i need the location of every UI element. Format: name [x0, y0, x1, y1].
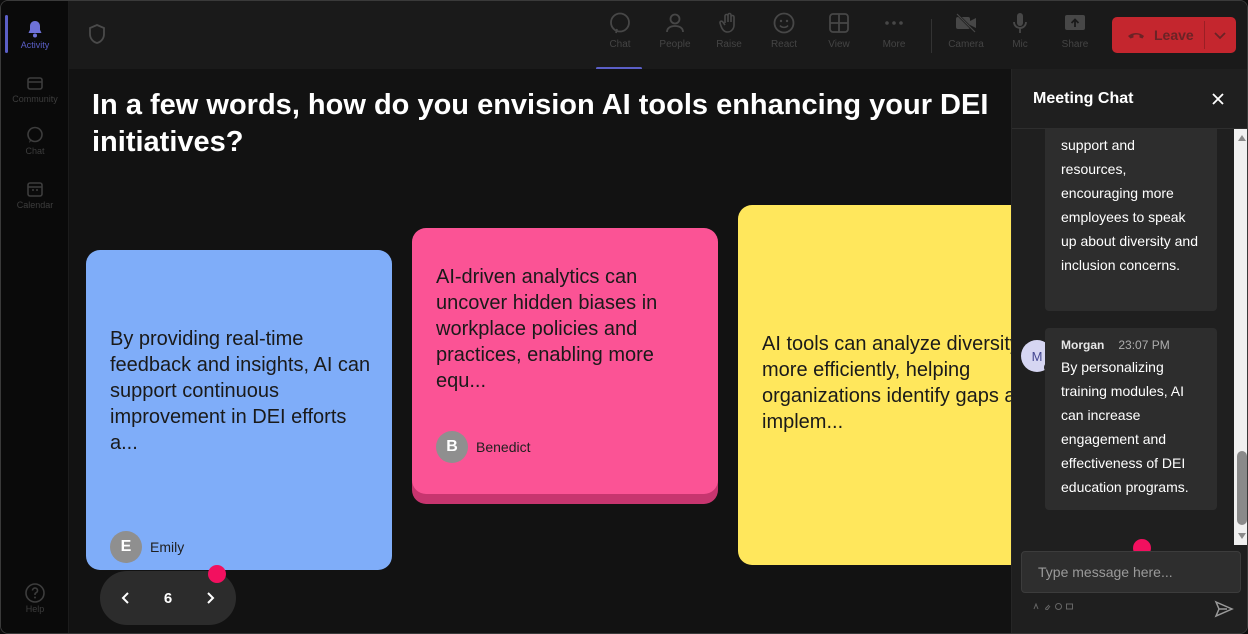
rail-item-community[interactable]: Community: [1, 63, 69, 113]
chevron-right-icon: [207, 592, 215, 604]
calendar-icon: [24, 178, 46, 200]
avatar-initial: M: [1031, 348, 1043, 364]
toolbar-react-button[interactable]: React: [758, 11, 810, 63]
toolbar-button-label: Camera: [948, 39, 984, 50]
toolbar-button-label: Chat: [609, 39, 631, 50]
author-name: Benedict: [476, 439, 531, 455]
camera-off-icon: [956, 13, 976, 33]
card-author: B Benedict: [436, 431, 530, 463]
chat-header: Meeting Chat: [1012, 69, 1247, 129]
toolbar-raise-button[interactable]: Raise: [703, 11, 755, 63]
avatar: E: [110, 531, 142, 563]
message-text: By personalizing training modules, AI ca…: [1061, 359, 1189, 495]
rail-item-label: Community: [12, 94, 58, 104]
presentation-stage: In a few words, how do you envision AI t…: [69, 69, 1011, 633]
more-icon: [885, 21, 903, 25]
toolbar-separator: [931, 19, 932, 53]
page-number: 6: [163, 589, 173, 607]
view-grid-icon: [829, 13, 849, 33]
chat-icon: [610, 12, 630, 34]
emoji-icon[interactable]: [1055, 603, 1062, 610]
hang-up-icon: [1128, 33, 1144, 39]
toolbar-mic-button[interactable]: Mic: [994, 11, 1046, 63]
send-icon[interactable]: [1214, 599, 1234, 619]
card-text: By providing real-time feedback and insi…: [110, 328, 371, 454]
app-rail: Activity Community Chat Calendar Help: [1, 1, 69, 633]
toolbar-button-label: More: [882, 39, 906, 50]
rail-item-calendar[interactable]: Calendar: [1, 169, 69, 219]
scroll-down-arrow-icon[interactable]: [1238, 533, 1246, 539]
toolbar-view-button[interactable]: View: [813, 11, 865, 63]
prev-page-button[interactable]: [100, 571, 152, 625]
rail-item-chat[interactable]: Chat: [1, 115, 69, 165]
card-text: AI tools can analyze diversity data more…: [762, 333, 1011, 433]
message-meta: Morgan 23:07 PM: [1061, 335, 1203, 355]
rail-item-label: Calendar: [16, 200, 54, 210]
chat-message: support and resources, encouraging more …: [1045, 129, 1217, 311]
toolbar-button-label: Mic: [1012, 39, 1028, 50]
toolbar-button-label: View: [828, 39, 850, 50]
toolbar-button-label: Share: [1061, 39, 1089, 50]
chat-icon: [24, 124, 46, 146]
leave-button[interactable]: Leave: [1112, 17, 1236, 53]
attach-icon[interactable]: [1044, 603, 1051, 610]
chat-message: Morgan 23:07 PM By personalizing trainin…: [1045, 328, 1217, 510]
toolbar-people-button[interactable]: People: [649, 11, 701, 63]
toolbar-share-button[interactable]: Share: [1049, 11, 1101, 63]
response-card[interactable]: AI-driven analytics can uncover hidden b…: [412, 228, 718, 494]
card-author: E Emily: [110, 531, 184, 563]
format-toolbar: [1033, 603, 1073, 610]
message-author: Morgan: [1061, 338, 1105, 352]
scrollbar-thumb[interactable]: [1237, 451, 1247, 525]
share-icon: [1065, 15, 1085, 30]
meeting-chat-panel: Meeting Chat support and resources, enco…: [1011, 69, 1247, 633]
mic-icon: [1013, 13, 1027, 33]
rail-item-help[interactable]: Help: [1, 573, 69, 623]
pointer-indicator: [208, 565, 226, 583]
meeting-toolbar: Chat People Raise React View More Camera: [69, 1, 1247, 70]
shield-icon: [87, 23, 109, 47]
response-card[interactable]: By providing real-time feedback and insi…: [86, 250, 392, 570]
rail-item-label: Activity: [20, 40, 50, 50]
rail-item-label: Chat: [25, 146, 45, 156]
chevron-down-icon[interactable]: [1212, 27, 1228, 43]
react-icon: [773, 12, 795, 34]
message-input[interactable]: [1021, 551, 1241, 593]
toolbar-more-button[interactable]: More: [868, 11, 920, 63]
bell-icon: [24, 18, 46, 40]
meeting-window: Activity Community Chat Calendar Help Ch…: [0, 0, 1248, 634]
author-name: Emily: [150, 539, 185, 555]
scroll-up-arrow-icon[interactable]: [1238, 135, 1246, 141]
community-icon: [24, 72, 46, 94]
people-icon: [666, 13, 684, 33]
rail-item-label: Help: [25, 604, 45, 614]
card-text: AI-driven analytics can uncover hidden b…: [436, 266, 658, 392]
close-icon[interactable]: [1210, 91, 1226, 107]
rail-item-activity[interactable]: Activity: [1, 9, 69, 59]
message-time: 23:07 PM: [1118, 338, 1170, 352]
response-card[interactable]: AI tools can analyze diversity data more…: [738, 205, 1011, 565]
toolbar-camera-button[interactable]: Camera: [940, 11, 992, 63]
toolbar-button-label: People: [659, 39, 691, 50]
question-title: In a few words, how do you envision AI t…: [92, 89, 989, 158]
message-text: support and resources, encouraging more …: [1061, 137, 1198, 273]
leave-divider: [1204, 21, 1205, 49]
message-list: support and resources, encouraging more …: [1012, 129, 1234, 545]
chat-title: Meeting Chat: [1033, 90, 1134, 107]
toolbar-button-label: React: [770, 39, 798, 50]
raise-hand-icon: [719, 12, 735, 33]
chat-scrollbar[interactable]: [1234, 129, 1247, 545]
leave-label: Leave: [1154, 27, 1194, 43]
avatar: B: [436, 431, 468, 463]
chevron-left-icon: [121, 592, 129, 604]
help-icon: [24, 582, 46, 604]
gif-icon[interactable]: [1066, 603, 1073, 610]
toolbar-button-label: Raise: [716, 39, 742, 50]
toolbar-chat-button[interactable]: Chat: [594, 11, 646, 70]
format-icon[interactable]: [1033, 603, 1040, 610]
